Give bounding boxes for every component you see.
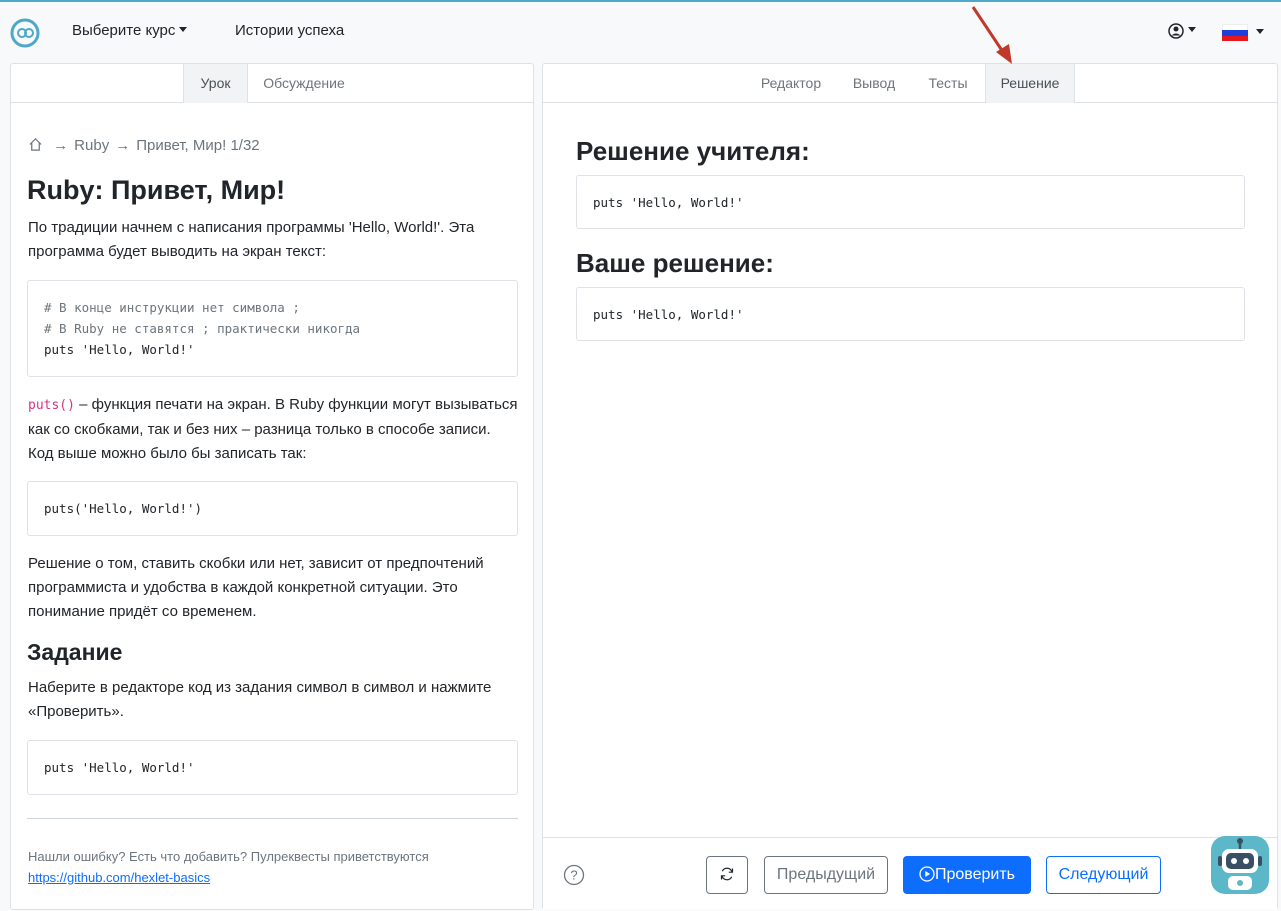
- code-comment: # В конце инструкции нет символа ;: [44, 300, 300, 315]
- home-icon[interactable]: [28, 137, 43, 152]
- breadcrumb-course[interactable]: Ruby: [74, 137, 109, 154]
- chevron-down-icon: [179, 27, 188, 32]
- breadcrumb-separator: →: [115, 137, 131, 154]
- lesson-panel: Урок Обсуждение → Ruby → Привет, Мир! 1/32 …: [10, 63, 534, 910]
- lesson-title: Ruby: Привет, Мир!: [27, 175, 286, 205]
- footer-text: Нашли ошибку? Есть что добавить? Пулрекв…: [28, 849, 429, 864]
- tab-editor[interactable]: Редактор: [746, 64, 836, 102]
- robot-assistant-icon[interactable]: [1209, 834, 1271, 896]
- lesson-tabs: Урок Обсуждение: [11, 64, 533, 103]
- course-menu-label: Выберите курс: [72, 22, 176, 39]
- lesson-intro: По традиции начнем с написания программы…: [28, 219, 475, 260]
- check-button[interactable]: Проверить: [903, 856, 1031, 894]
- decision-paragraph: Решение о том, ставить скобки или нет, з…: [28, 555, 484, 620]
- workspace-panel: Редактор Вывод Тесты Решение Решение учи…: [542, 63, 1278, 910]
- question-circle-icon[interactable]: ?: [563, 864, 585, 886]
- task-title: Задание: [27, 639, 123, 665]
- workspace-tabs: Редактор Вывод Тесты Решение: [543, 64, 1277, 103]
- check-button-label: Проверить: [934, 866, 1015, 883]
- code-example-1: # В конце инструкции нет символа ; # В R…: [27, 280, 518, 377]
- your-solution-code: puts 'Hello, World!': [576, 287, 1245, 341]
- chevron-down-icon: [1188, 27, 1196, 32]
- code-comment: # В Ruby не ставятся ; практически никог…: [44, 321, 361, 336]
- puts-description: puts() – функция печати на экран. В Ruby…: [28, 393, 518, 466]
- teacher-solution-title: Решение учителя:: [576, 136, 810, 166]
- user-circle-icon: [1168, 23, 1184, 39]
- footer-note: Нашли ошибку? Есть что добавить? Пулрекв…: [28, 846, 429, 888]
- action-bar: ? Предыдущий Проверить Следующий: [543, 837, 1277, 910]
- refresh-icon: [720, 867, 734, 881]
- russian-flag-icon: [1222, 24, 1248, 42]
- svg-text:?: ?: [570, 868, 577, 883]
- user-menu[interactable]: [1168, 22, 1196, 42]
- previous-button[interactable]: Предыдущий: [764, 856, 888, 894]
- puts-description-text: – функция печати на экран. В Ruby функци…: [28, 396, 518, 462]
- task-code: puts 'Hello, World!': [27, 740, 518, 795]
- breadcrumb-separator: →: [53, 137, 69, 154]
- play-circle-icon: [919, 866, 935, 882]
- tab-discussion[interactable]: Обсуждение: [248, 64, 360, 102]
- teacher-solution-code: puts 'Hello, World!': [576, 175, 1245, 229]
- success-stories-link[interactable]: Истории успеха: [235, 22, 344, 39]
- github-link[interactable]: https://github.com/hexlet-basics: [28, 870, 210, 885]
- inline-code-puts: puts(): [28, 398, 75, 413]
- reset-button[interactable]: [706, 856, 748, 894]
- chevron-down-icon: [1256, 29, 1264, 34]
- your-solution-title: Ваше решение:: [576, 248, 774, 278]
- tab-solution[interactable]: Решение: [985, 64, 1075, 103]
- tab-lesson[interactable]: Урок: [183, 64, 248, 103]
- code-example-2: puts('Hello, World!'): [27, 481, 518, 536]
- divider: [27, 818, 518, 819]
- tab-output[interactable]: Вывод: [839, 64, 909, 102]
- breadcrumb-lesson: Привет, Мир! 1/32: [136, 137, 260, 154]
- language-menu[interactable]: [1222, 24, 1264, 42]
- task-text: Наберите в редакторе код из задания симв…: [28, 679, 492, 720]
- course-menu[interactable]: Выберите курс: [72, 22, 188, 39]
- top-navbar: Выберите курс Истории успеха: [0, 2, 1281, 62]
- code-line: puts 'Hello, World!': [44, 342, 195, 357]
- next-button[interactable]: Следующий: [1046, 856, 1161, 894]
- tab-tests[interactable]: Тесты: [913, 64, 983, 102]
- hexlet-logo-icon[interactable]: [10, 18, 40, 48]
- breadcrumb: → Ruby → Привет, Мир! 1/32: [28, 137, 260, 154]
